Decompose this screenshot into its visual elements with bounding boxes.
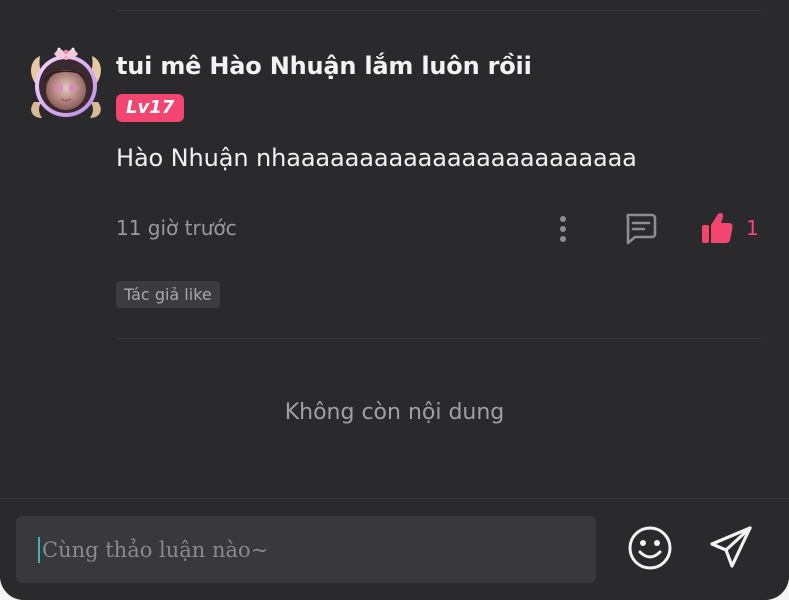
comment-timestamp: 11 giờ trước [116,216,237,240]
avatar[interactable] [26,44,106,124]
like-button[interactable]: 1 [700,210,759,246]
more-vertical-icon[interactable] [552,212,574,246]
comment-text: Hào Nhuận nhaaaaaaaaaaaaaaaaaaaaaaaa [116,144,637,172]
comment-input-placeholder: Cùng thảo luận nào~ [42,537,269,562]
text-caret [38,536,40,563]
top-divider [116,10,761,11]
end-of-content-text: Không còn nội dung [284,400,505,425]
like-count: 1 [746,216,759,240]
comment-input[interactable]: Cùng thảo luận nào~ [16,516,596,583]
username[interactable]: tui mê Hào Nhuận lắm luôn rồii [116,52,532,80]
comment-screen: tui mê Hào Nhuận lắm luôn rồii Lv17 Hào … [0,0,789,600]
author-like-tag: Tác giả like [116,281,220,308]
send-icon[interactable] [706,522,756,572]
thumbs-up-icon [702,213,733,243]
smiley-icon[interactable] [626,524,674,572]
avatar-frame-icon [31,47,101,118]
section-divider [116,338,761,339]
level-badge: Lv17 [116,94,185,122]
comment-icon[interactable] [622,210,658,246]
